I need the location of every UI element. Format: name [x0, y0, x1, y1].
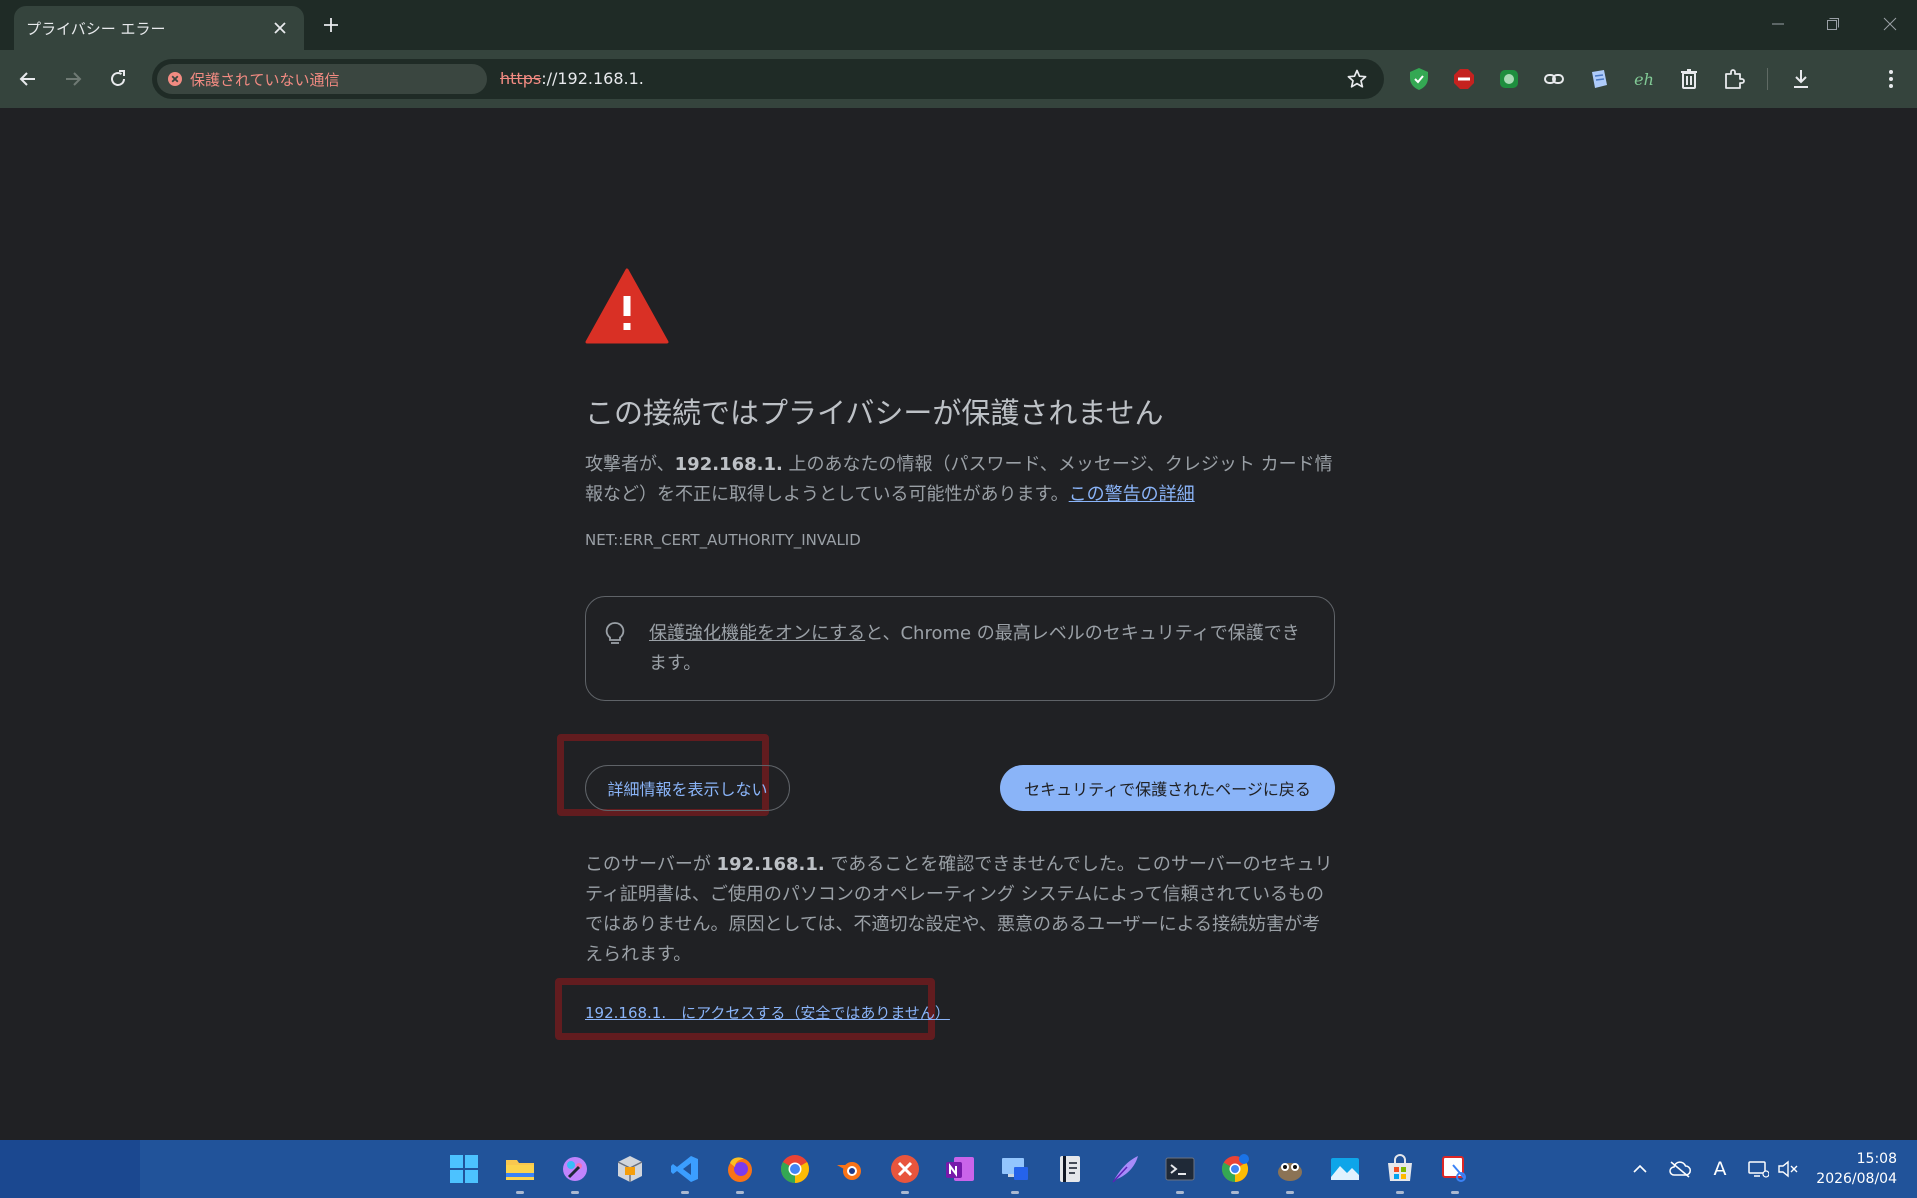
clock-date: 2026/08/04	[1816, 1171, 1897, 1187]
link-icon[interactable]	[1541, 66, 1567, 92]
tab-title: プライバシー エラー	[26, 19, 166, 38]
system-clock[interactable]: 15:08 2026/08/04	[1816, 1149, 1897, 1189]
tip-text: 保護強化機能をオンにすると、Chrome の最高レベルのセキュリティで保護できま…	[649, 619, 1309, 679]
enhanced-protection-link[interactable]: 保護強化機能をオンにする	[649, 623, 865, 644]
taskbar: A 15:08 2026/08/04	[0, 1140, 1917, 1198]
url-text[interactable]: https://192.168.1.	[500, 69, 644, 88]
kebab-menu-icon[interactable]	[1878, 66, 1904, 92]
chrome-beta-icon[interactable]	[1219, 1153, 1251, 1194]
new-tab-icon[interactable]	[318, 12, 344, 38]
warning-description: 攻撃者が、192.168.1. 上のあなたの情報（パスワード、メッセージ、クレジ…	[585, 450, 1335, 510]
robot-icon[interactable]	[1496, 66, 1522, 92]
eh-label: eh	[1634, 69, 1654, 89]
url-host: ://192.168.1.	[541, 69, 644, 88]
warning-triangle-icon	[585, 268, 669, 344]
network-icon[interactable]	[1745, 1157, 1771, 1181]
address-bar[interactable]: 保護されていない通信 https://192.168.1.	[152, 59, 1384, 99]
download-icon[interactable]	[1788, 66, 1814, 92]
details-host: 192.168.1.	[716, 854, 825, 875]
trash-icon[interactable]	[1676, 66, 1702, 92]
package-icon[interactable]	[614, 1153, 646, 1185]
forward-arrow-icon[interactable]	[57, 63, 89, 95]
back-arrow-icon[interactable]	[12, 63, 44, 95]
photos-icon[interactable]	[1329, 1153, 1361, 1185]
interstitial-content: この接続ではプライバシーが保護されません 攻撃者が、192.168.1. 上のあ…	[555, 268, 1335, 1040]
taskbar-left-area	[0, 1140, 140, 1198]
file-explorer-icon[interactable]	[504, 1153, 536, 1194]
proceed-unsafe-link[interactable]: 192.168.1. にアクセスする（安全ではありません）	[585, 1002, 950, 1023]
security-chip[interactable]: 保護されていない通信	[157, 64, 487, 94]
close-window-icon[interactable]	[1870, 8, 1910, 40]
toolbar: 保護されていない通信 https://192.168.1. eh	[0, 50, 1917, 108]
windows-start-icon[interactable]	[448, 1153, 480, 1185]
cloud-offline-icon[interactable]	[1667, 1157, 1693, 1181]
toolbar-divider	[1767, 68, 1768, 90]
firefox-icon[interactable]	[724, 1153, 756, 1194]
shield-check-icon[interactable]	[1406, 66, 1432, 92]
description-prefix: 攻撃者が、	[585, 454, 675, 475]
blender-icon[interactable]	[834, 1153, 866, 1185]
paint-icon[interactable]	[559, 1153, 591, 1194]
terminal-icon[interactable]	[1164, 1153, 1196, 1194]
back-to-safety-button[interactable]: セキュリティで保護されたページに戻る	[1000, 765, 1335, 811]
snipping-tool-icon[interactable]	[1439, 1153, 1471, 1194]
tab-close-icon[interactable]	[268, 16, 292, 40]
vscode-icon[interactable]	[669, 1153, 701, 1194]
chevron-up-icon[interactable]	[1627, 1157, 1653, 1181]
store-icon[interactable]	[1384, 1153, 1416, 1194]
details-description: このサーバーが 192.168.1. であることを確認できませんでした。このサー…	[585, 850, 1335, 970]
learn-more-link[interactable]: この警告の詳細	[1069, 484, 1195, 505]
xmind-icon[interactable]	[889, 1153, 921, 1194]
enhanced-protection-tip: 保護強化機能をオンにすると、Chrome の最高レベルのセキュリティで保護できま…	[585, 596, 1335, 701]
error-circle-icon	[168, 72, 182, 86]
error-code: NET::ERR_CERT_AUTHORITY_INVALID	[585, 531, 861, 549]
minimize-icon[interactable]	[1758, 8, 1798, 40]
ime-indicator[interactable]: A	[1707, 1157, 1733, 1181]
onenote-icon[interactable]	[944, 1153, 976, 1185]
tab-privacy-error[interactable]: プライバシー エラー	[14, 6, 304, 50]
eh-icon[interactable]: eh	[1631, 66, 1657, 92]
details-prefix: このサーバーが	[585, 854, 717, 875]
chrome-icon[interactable]	[779, 1153, 811, 1185]
remote-desktop-icon[interactable]	[999, 1153, 1031, 1194]
clock-time: 15:08	[1856, 1151, 1897, 1167]
bookmark-star-icon[interactable]	[1346, 68, 1368, 90]
page-title: この接続ではプライバシーが保護されません	[585, 396, 1164, 430]
block-icon[interactable]	[1451, 66, 1477, 92]
reload-icon[interactable]	[102, 63, 134, 95]
gimp-icon[interactable]	[1274, 1153, 1306, 1194]
page-icon[interactable]	[1586, 66, 1612, 92]
url-scheme: https	[500, 69, 542, 88]
quill-icon[interactable]	[1109, 1153, 1141, 1185]
notebook-icon[interactable]	[1054, 1153, 1086, 1185]
restore-icon[interactable]	[1813, 8, 1853, 40]
security-chip-label: 保護されていない通信	[190, 70, 340, 89]
lightbulb-icon	[605, 622, 625, 644]
puzzle-icon[interactable]	[1721, 66, 1747, 92]
volume-muted-icon[interactable]	[1775, 1157, 1801, 1181]
hide-details-button[interactable]: 詳細情報を表示しない	[585, 765, 790, 811]
ime-label: A	[1713, 1158, 1727, 1180]
host-name: 192.168.1.	[674, 454, 783, 475]
tab-strip: プライバシー エラー	[0, 0, 1917, 50]
